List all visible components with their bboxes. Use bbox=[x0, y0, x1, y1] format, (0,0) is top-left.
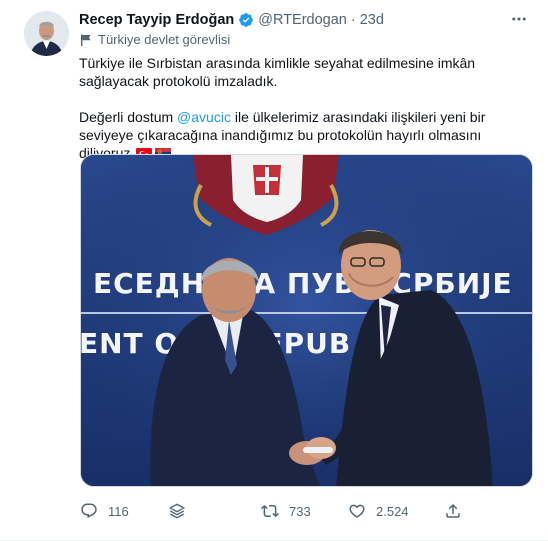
tweet-header: Recep Tayyip Erdoğan @RTErdogan · 23d bbox=[79, 10, 384, 30]
like-button[interactable]: 2.524 bbox=[348, 500, 409, 522]
reply-icon bbox=[81, 503, 97, 519]
paragraph-2-lead: Değerli dostum bbox=[79, 109, 178, 125]
mention-link[interactable]: @avucic bbox=[177, 109, 231, 125]
stack-button[interactable] bbox=[168, 500, 196, 522]
author-handle[interactable]: @RTErdogan bbox=[258, 12, 347, 28]
layers-icon bbox=[168, 503, 186, 519]
avatar[interactable] bbox=[24, 11, 69, 56]
retweet-icon bbox=[261, 504, 279, 518]
handshake-photo: ЕСЕДНИКА ПУБЛ СРБИЈЕ ENT OF E REPUB SERB bbox=[81, 155, 532, 486]
tweet-actions: 116 733 2.524 bbox=[80, 500, 480, 522]
more-options-icon[interactable] bbox=[507, 9, 531, 29]
government-label-text: Türkiye devlet görevlisi bbox=[98, 32, 231, 47]
tweet-photo[interactable]: ЕСЕДНИКА ПУБЛ СРБИЈЕ ENT OF E REPUB SERB bbox=[80, 154, 533, 487]
government-label[interactable]: Türkiye devlet görevlisi bbox=[79, 32, 230, 47]
retweet-count: 733 bbox=[289, 503, 311, 519]
tweet-paragraph-1: Türkiye ile Sırbistan arasında kimlikle … bbox=[79, 55, 476, 89]
heart-icon bbox=[349, 504, 365, 518]
banner-text-top: ЕСЕДНИКА ПУБЛ СРБИЈЕ bbox=[93, 267, 513, 300]
author-name[interactable]: Recep Tayyip Erdoğan bbox=[79, 12, 234, 28]
share-button[interactable] bbox=[444, 500, 472, 522]
reply-button[interactable]: 116 bbox=[80, 500, 129, 522]
like-count: 2.524 bbox=[376, 503, 409, 519]
separator-dot: · bbox=[350, 12, 356, 28]
share-icon bbox=[446, 503, 460, 518]
avatar-portrait bbox=[24, 11, 69, 56]
verified-badge-icon bbox=[238, 12, 254, 28]
timestamp[interactable]: 23d bbox=[360, 12, 384, 28]
flag-icon bbox=[79, 33, 93, 47]
retweet-button[interactable]: 733 bbox=[261, 500, 311, 522]
tweet[interactable]: Recep Tayyip Erdoğan @RTErdogan · 23d Tü… bbox=[0, 0, 548, 541]
reply-count: 116 bbox=[108, 503, 129, 519]
tweet-text: Türkiye ile Sırbistan arasında kimlikle … bbox=[79, 54, 534, 162]
